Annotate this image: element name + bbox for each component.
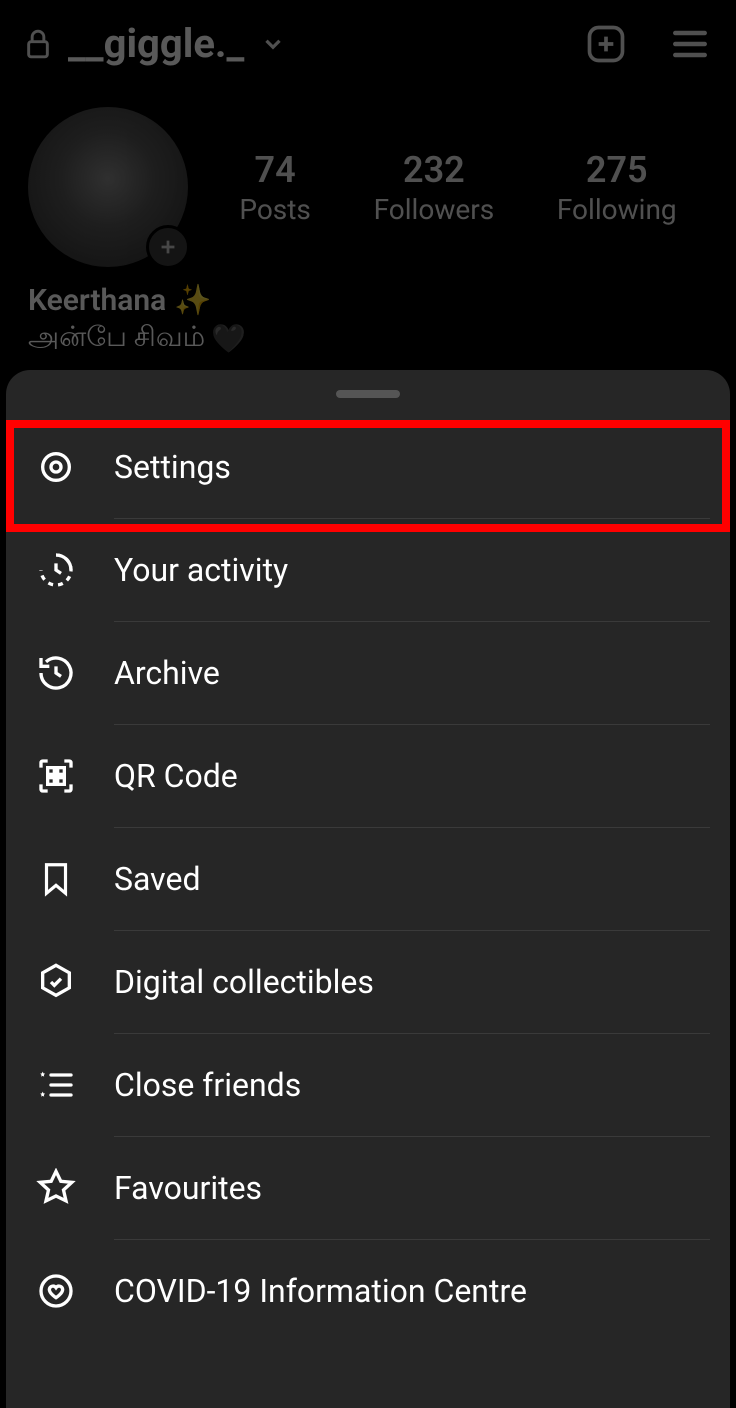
stat-followers-count: 232 [374, 149, 495, 191]
bio-text-line: அன்பே சிவம் [28, 320, 205, 357]
heart-icon: 🖤 [211, 322, 246, 355]
menu-label-favourites: Favourites [114, 1169, 702, 1207]
menu-item-covid[interactable]: COVID-19 Information Centre [6, 1240, 730, 1342]
menu-list: Settings Your activity Arc [6, 416, 730, 1342]
stat-posts[interactable]: 74 Posts [239, 149, 311, 226]
stat-posts-count: 74 [239, 149, 311, 191]
menu-label-covid: COVID-19 Information Centre [114, 1272, 702, 1310]
stat-following-count: 275 [557, 149, 677, 191]
avatar[interactable] [28, 107, 188, 267]
menu-label-archive: Archive [114, 654, 702, 692]
bio-display-name: Keerthana [28, 283, 166, 318]
chevron-down-icon[interactable] [260, 31, 286, 57]
star-icon [34, 1166, 78, 1210]
menu-item-collectibles[interactable]: Digital collectibles [6, 931, 730, 1033]
profile-bio: Keerthana ✨ அன்பே சிவம் 🖤 [0, 267, 736, 357]
menu-item-saved[interactable]: Saved [6, 828, 730, 930]
gear-icon [34, 445, 78, 489]
menu-bottom-sheet: Settings Your activity Arc [6, 370, 730, 1408]
lock-icon [24, 27, 52, 61]
sparkle-icon: ✨ [174, 283, 211, 318]
bookmark-icon [34, 857, 78, 901]
menu-label-saved: Saved [114, 860, 702, 898]
stat-followers[interactable]: 232 Followers [374, 149, 495, 226]
menu-item-favourites[interactable]: Favourites [6, 1137, 730, 1239]
menu-item-qrcode[interactable]: QR Code [6, 725, 730, 827]
menu-label-activity: Your activity [114, 551, 702, 589]
hamburger-menu-icon[interactable] [668, 22, 712, 66]
username-label[interactable]: __giggle._ [68, 20, 244, 67]
menu-label-qrcode: QR Code [114, 757, 702, 795]
stat-followers-label: Followers [374, 193, 495, 226]
menu-item-settings[interactable]: Settings [6, 416, 730, 518]
archive-clock-icon [34, 651, 78, 695]
add-story-icon[interactable] [146, 225, 190, 269]
stat-posts-label: Posts [239, 193, 311, 226]
profile-header: __giggle._ [0, 0, 736, 87]
sheet-grabber[interactable] [336, 390, 400, 398]
menu-item-activity[interactable]: Your activity [6, 519, 730, 621]
create-icon[interactable] [584, 22, 628, 66]
menu-label-collectibles: Digital collectibles [114, 963, 702, 1001]
stat-following[interactable]: 275 Following [557, 149, 677, 226]
menu-label-closefriends: Close friends [114, 1066, 702, 1104]
activity-clock-icon [34, 548, 78, 592]
menu-item-closefriends[interactable]: Close friends [6, 1034, 730, 1136]
heart-circle-icon [34, 1269, 78, 1313]
stat-following-label: Following [557, 193, 677, 226]
qrcode-icon [34, 754, 78, 798]
menu-item-archive[interactable]: Archive [6, 622, 730, 724]
hexagon-check-icon [34, 960, 78, 1004]
menu-label-settings: Settings [114, 448, 702, 486]
close-friends-list-icon [34, 1063, 78, 1107]
profile-stats-row: 74 Posts 232 Followers 275 Following [0, 87, 736, 267]
